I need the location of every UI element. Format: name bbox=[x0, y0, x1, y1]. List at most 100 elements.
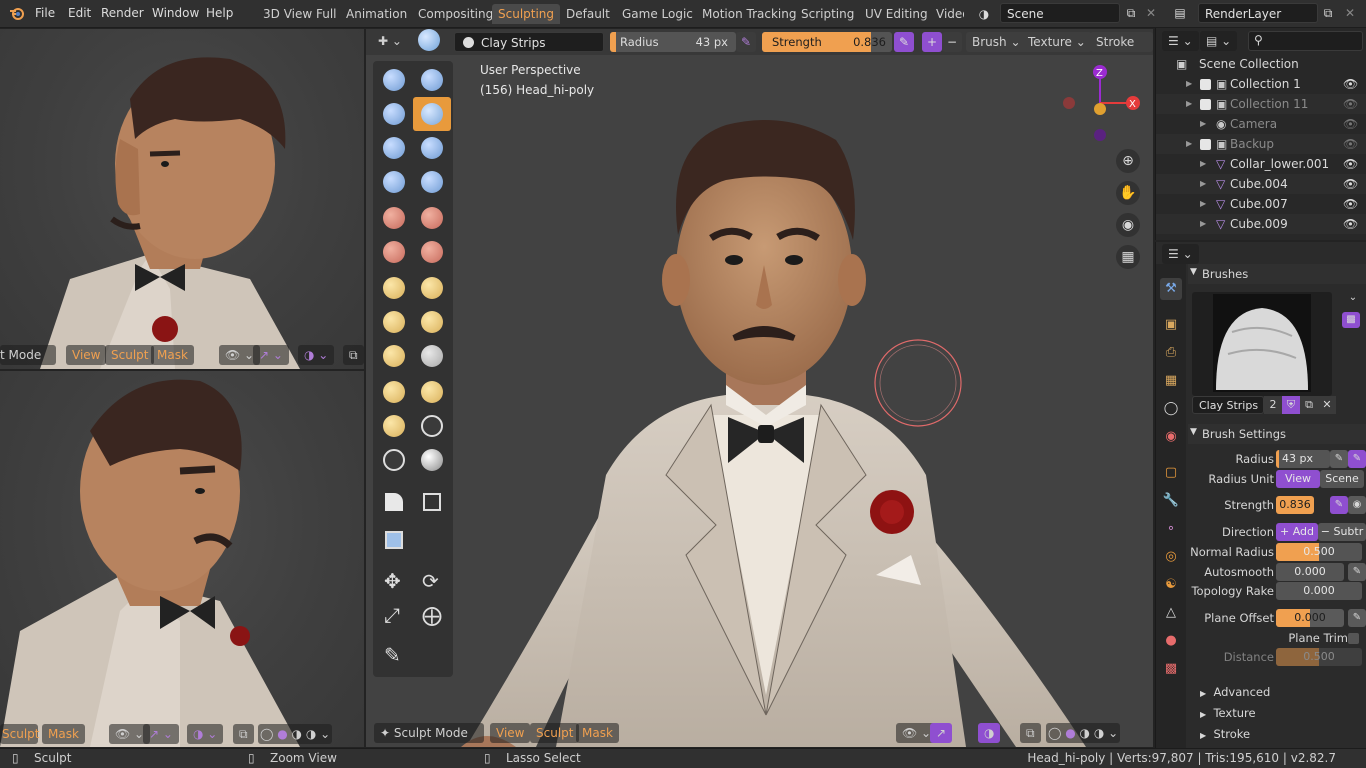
scene-tab-icon[interactable]: ◯ bbox=[1160, 398, 1182, 420]
plane-offset-field[interactable]: 0.000 bbox=[1276, 609, 1344, 627]
expand-arrow-icon[interactable]: ▶ bbox=[1186, 94, 1192, 114]
stroke-menu[interactable]: Stroke ⌄ bbox=[1090, 32, 1153, 69]
outliner-item[interactable]: ▶ ◉ Camera 👁 bbox=[1156, 114, 1366, 134]
direction-add-button[interactable]: + Add bbox=[1276, 523, 1318, 541]
menu-render[interactable]: Render bbox=[101, 6, 144, 20]
overlay-toggle-icon[interactable]: ◑ ⌄ bbox=[298, 345, 335, 365]
camera-icon[interactable]: ◉ bbox=[1116, 213, 1140, 237]
transform-icon[interactable]: ⨁ bbox=[413, 599, 451, 633]
direction-subtract-button[interactable]: − Subtr bbox=[1318, 523, 1366, 541]
menu-sculpt[interactable]: Sculpt bbox=[105, 345, 155, 365]
outliner-search-input[interactable] bbox=[1248, 31, 1363, 51]
outliner-item[interactable]: ▶ ▽ Cube.007 👁 bbox=[1156, 194, 1366, 214]
scene-selector-icon[interactable]: ◑ bbox=[974, 4, 994, 24]
xray-toggle-icon[interactable]: ⧉ bbox=[1020, 723, 1041, 743]
texture-menu[interactable]: Texture ⌄ bbox=[1022, 32, 1092, 52]
blender-logo-icon[interactable] bbox=[9, 5, 25, 21]
visibility-eye-icon[interactable]: 👁 bbox=[1343, 134, 1358, 154]
pan-icon[interactable]: ✋ bbox=[1116, 181, 1140, 205]
rotate-tool[interactable] bbox=[375, 409, 413, 443]
autosmooth-pressure-icon[interactable]: ✎ bbox=[1348, 563, 1366, 581]
render-tab-icon[interactable]: ▣ bbox=[1160, 314, 1182, 336]
view-layer-tab-icon[interactable]: ▦ bbox=[1160, 370, 1182, 392]
tab-default[interactable]: Default bbox=[560, 4, 616, 24]
brush-thumbnail[interactable] bbox=[1192, 292, 1332, 396]
normal-radius-field[interactable]: 0.500 bbox=[1276, 543, 1362, 561]
texture-subpanel[interactable]: ▶ Texture bbox=[1200, 706, 1256, 724]
menu-sculpt[interactable]: Sculpt bbox=[0, 724, 39, 744]
left-top-viewport[interactable]: t Mode ⌄ View Sculpt Mask 👁 ⌄ ↗ ⌄ ◑ ⌄ ⧉ bbox=[0, 29, 364, 369]
brush-menu[interactable]: Brush ⌄ bbox=[966, 32, 1027, 52]
fill-tool[interactable] bbox=[375, 235, 413, 269]
tab-uv-editing[interactable]: UV Editing bbox=[859, 4, 934, 24]
expand-arrow-icon[interactable]: ▶ bbox=[1200, 114, 1206, 134]
physics-tab-icon[interactable]: ◎ bbox=[1160, 546, 1182, 568]
inflate-tool[interactable] bbox=[413, 131, 451, 165]
flatten-tool[interactable] bbox=[413, 201, 451, 235]
menu-sculpt[interactable]: Sculpt bbox=[530, 723, 580, 743]
menu-edit[interactable]: Edit bbox=[68, 6, 91, 20]
object-tab-icon[interactable]: ▢ bbox=[1160, 462, 1182, 484]
menu-window[interactable]: Window bbox=[152, 6, 199, 20]
outliner-root[interactable]: ▣ Scene Collection bbox=[1156, 54, 1366, 74]
outliner-item[interactable]: ▶ ▣ Collection 1 👁 bbox=[1156, 74, 1366, 94]
snake-hook-tool[interactable] bbox=[375, 339, 413, 373]
crease-tool[interactable] bbox=[413, 165, 451, 199]
plane-trim-checkbox[interactable] bbox=[1348, 633, 1359, 644]
exclude-checkbox[interactable] bbox=[1200, 79, 1211, 90]
brush-name-field[interactable]: Clay Strips bbox=[454, 32, 604, 52]
menu-file[interactable]: File bbox=[35, 6, 55, 20]
menu-mask[interactable]: Mask bbox=[151, 345, 194, 365]
direction-add-icon[interactable]: + bbox=[922, 32, 942, 52]
strength-unified-icon[interactable]: ◉ bbox=[1348, 496, 1366, 514]
mesh-filter-tool[interactable] bbox=[375, 523, 413, 557]
nudge-tool[interactable] bbox=[413, 375, 451, 409]
tab-compositing[interactable]: Compositing bbox=[412, 4, 499, 24]
shading-modes[interactable]: ◯ ● ◑ ◑ ⌄ bbox=[1046, 723, 1121, 743]
radius-pressure-icon[interactable]: ✎ bbox=[1330, 450, 1348, 468]
brush-image-icon[interactable]: ▩ bbox=[1342, 312, 1360, 328]
smooth-tool[interactable] bbox=[375, 201, 413, 235]
box-mask-tool[interactable] bbox=[375, 485, 413, 519]
xray-toggle-icon[interactable]: ⧉ bbox=[233, 724, 254, 744]
brush-datablock-field[interactable]: Clay Strips bbox=[1192, 396, 1264, 414]
tool-tab-icon[interactable]: ⚒ bbox=[1160, 278, 1182, 300]
radius-unit-scene-button[interactable]: Scene bbox=[1320, 470, 1364, 488]
delete-scene-icon[interactable]: ✕ bbox=[1141, 3, 1161, 23]
annotate-icon[interactable]: ✎ bbox=[375, 639, 413, 673]
cloth-tool[interactable] bbox=[413, 443, 451, 477]
strength-pressure-icon[interactable]: ✎ bbox=[1330, 496, 1348, 514]
output-tab-icon[interactable]: ⎙ bbox=[1160, 342, 1182, 364]
world-tab-icon[interactable]: ◉ bbox=[1160, 426, 1182, 448]
tab-sculpting[interactable]: Sculpting bbox=[492, 4, 561, 24]
material-tab-icon[interactable]: ● bbox=[1160, 630, 1182, 652]
expand-arrow-icon[interactable]: ▶ bbox=[1200, 194, 1206, 214]
distance-field[interactable]: 0.500 bbox=[1276, 648, 1362, 666]
outliner-item[interactable]: ▶ ▽ Cube.004 👁 bbox=[1156, 174, 1366, 194]
scene-field[interactable]: Scene bbox=[1000, 3, 1120, 23]
scrape-tool[interactable] bbox=[413, 235, 451, 269]
blob-tool[interactable] bbox=[375, 165, 413, 199]
simplify-tool[interactable] bbox=[413, 409, 451, 443]
clay-tool[interactable] bbox=[375, 97, 413, 131]
move-icon[interactable]: ✥ bbox=[375, 565, 413, 599]
xray-toggle-icon[interactable]: ⧉ bbox=[343, 345, 364, 365]
menu-mask[interactable]: Mask bbox=[42, 724, 85, 744]
expand-arrow-icon[interactable]: ▶ bbox=[1200, 214, 1206, 234]
new-view-layer-icon[interactable]: ⧉ bbox=[1318, 3, 1338, 23]
view-layer-icon[interactable]: ▤ bbox=[1170, 3, 1190, 23]
main-viewport[interactable]: ✚ ⌄ Clay Strips Radius 43 px ✎ Strength … bbox=[366, 29, 1153, 747]
tab-game-logic[interactable]: Game Logic bbox=[616, 4, 699, 24]
editor-type-icon[interactable]: ☰ ⌄ bbox=[1162, 31, 1199, 51]
menu-help[interactable]: Help bbox=[206, 6, 233, 20]
brush-settings-panel-header[interactable]: ▼ Brush Settings bbox=[1188, 424, 1366, 444]
brush-list-dropdown-icon[interactable]: ⌄ bbox=[1345, 292, 1361, 308]
outliner-item[interactable]: ▶ ▣ Backup 👁 bbox=[1156, 134, 1366, 154]
visibility-eye-icon[interactable]: 👁 bbox=[1343, 74, 1358, 94]
topology-rake-field[interactable]: 0.000 bbox=[1276, 582, 1362, 600]
shading-modes[interactable]: ◯ ● ◑ ◑ ⌄ bbox=[258, 724, 333, 744]
tab-video[interactable]: Video bbox=[930, 4, 964, 24]
visibility-eye-icon[interactable]: 👁 bbox=[1343, 154, 1358, 174]
exclude-checkbox[interactable] bbox=[1200, 99, 1211, 110]
radius-slider[interactable]: Radius 43 px bbox=[610, 32, 736, 52]
